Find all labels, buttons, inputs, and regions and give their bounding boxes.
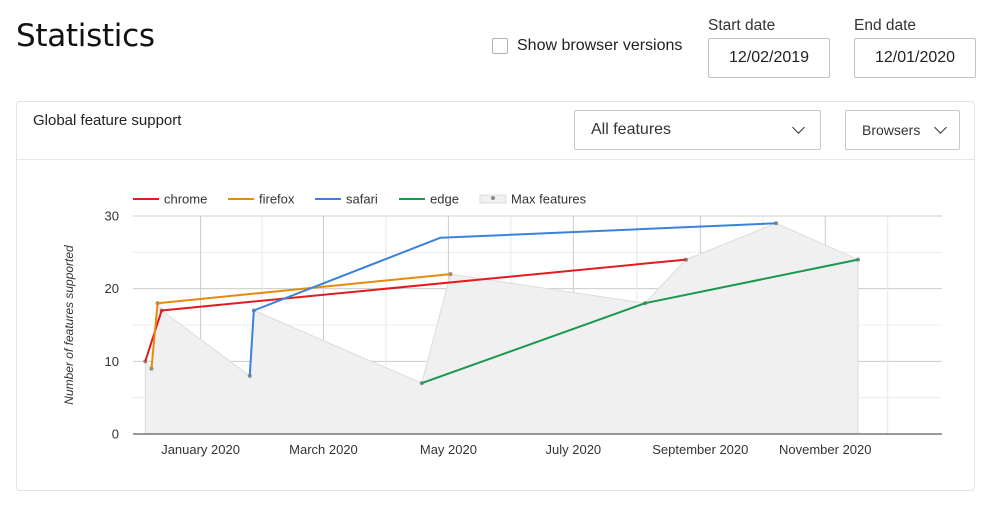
legend-label-max-features: Max features [511,192,587,207]
legend-label-chrome: chrome [164,192,207,207]
x-tick-label: March 2020 [289,442,358,457]
legend-label-safari: safari [346,192,378,207]
y-axis-title: Number of features supported [62,245,76,405]
x-tick-label: May 2020 [420,442,477,457]
feature-support-chart: 0 10 20 30 January 2020 March 2020 May 2020 Jul… [62,192,942,457]
x-tick-label: July 2020 [546,442,602,457]
y-tick-label: 20 [105,281,119,296]
legend-label-firefox: firefox [259,192,295,207]
x-tick-label: November 2020 [779,442,872,457]
y-tick-label: 30 [105,209,119,224]
legend-marker-max-features [491,196,495,200]
legend-label-edge: edge [430,192,459,207]
y-tick-label: 10 [105,354,119,369]
x-tick-label: January 2020 [161,442,240,457]
x-tick-label: September 2020 [652,442,748,457]
y-tick-label: 0 [112,427,119,442]
